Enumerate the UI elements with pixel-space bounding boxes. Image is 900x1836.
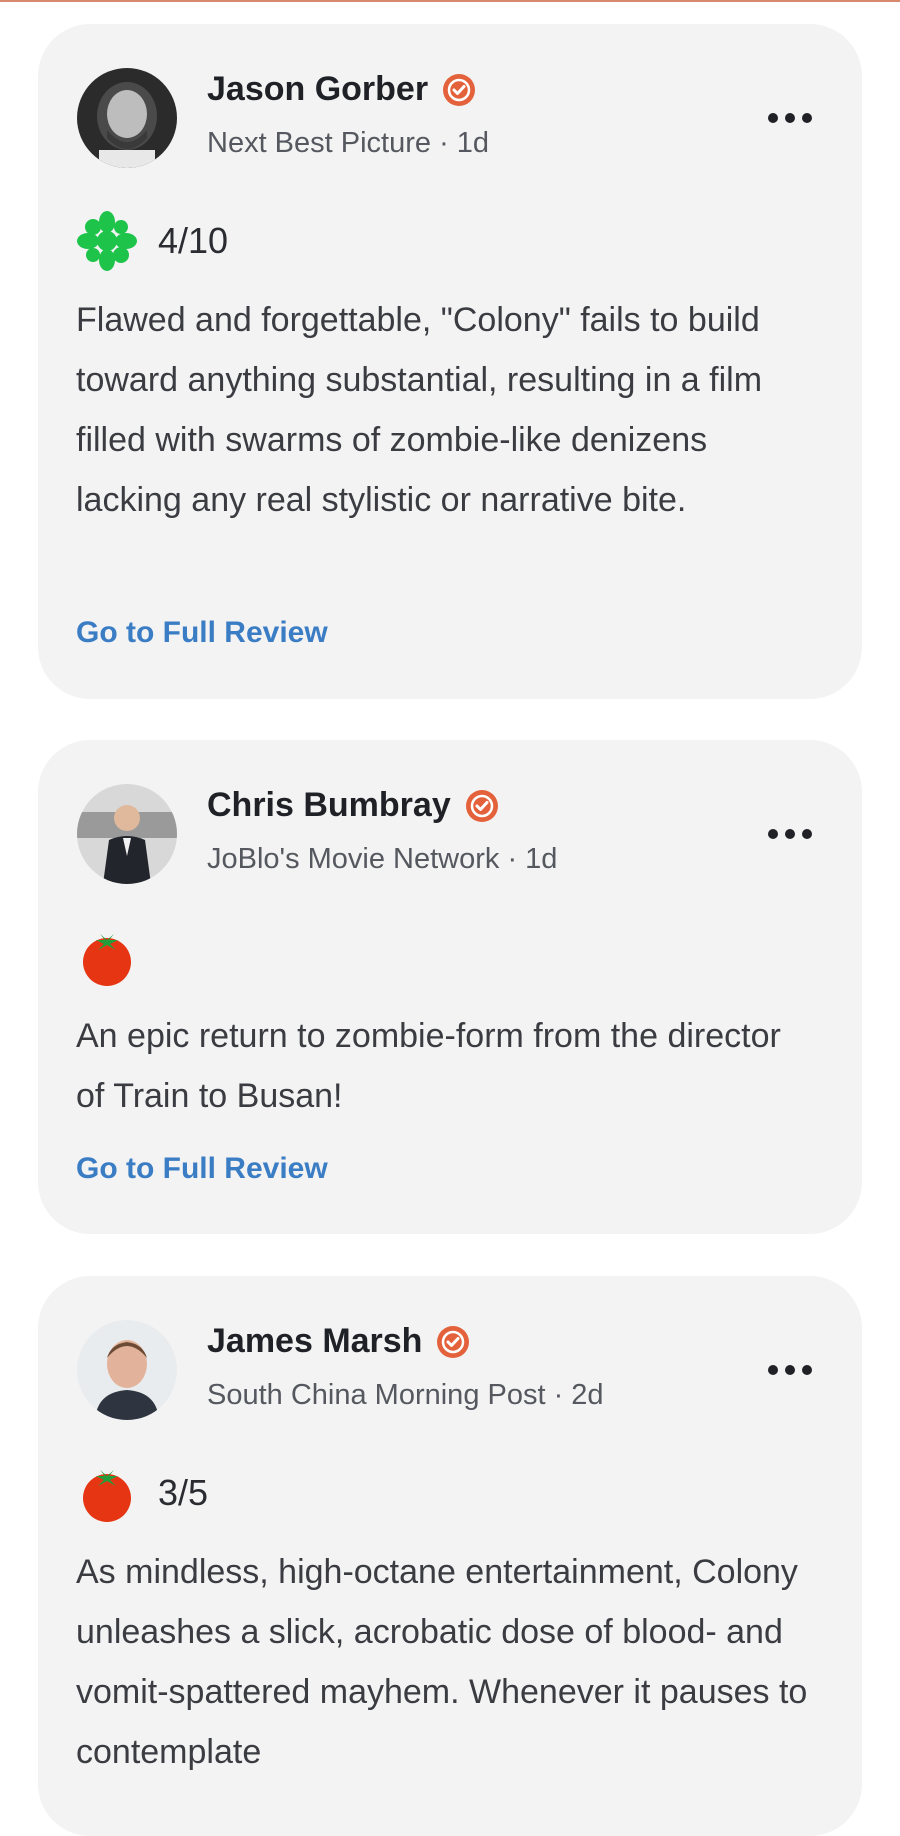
critic-name-text[interactable]: Chris Bumbray [207, 786, 451, 825]
dot [802, 1365, 812, 1375]
critic-name-text[interactable]: James Marsh [207, 1322, 422, 1361]
outlet-and-date[interactable]: South China Morning Post · 2d [207, 1379, 604, 1412]
verified-badge-icon [443, 73, 476, 106]
dot [768, 113, 778, 123]
review-feed: Jason Gorber Next Best Picture · 1d 4/10… [0, 0, 900, 1836]
more-options-button[interactable] [768, 824, 812, 844]
review-card: Jason Gorber Next Best Picture · 1d 4/10… [38, 24, 862, 699]
critic-name[interactable]: Jason Gorber [207, 70, 476, 109]
avatar[interactable] [77, 1320, 177, 1420]
critic-name[interactable]: Chris Bumbray [207, 786, 499, 825]
avatar[interactable] [77, 784, 177, 884]
dot [802, 113, 812, 123]
verified-badge-icon [465, 789, 498, 822]
full-review-link[interactable]: Go to Full Review [76, 616, 328, 650]
outlet-and-date[interactable]: Next Best Picture · 1d [207, 127, 489, 160]
review-card: Chris Bumbray JoBlo's Movie Network · 1d… [38, 740, 862, 1234]
avatar[interactable] [77, 68, 177, 168]
score-row [76, 926, 158, 988]
score-text: 4/10 [158, 220, 229, 261]
score-row: 4/10 [76, 210, 228, 272]
critic-photo [77, 784, 177, 884]
more-options-button[interactable] [768, 108, 812, 128]
review-quote: As mindless, high-octane entertainment, … [76, 1553, 808, 1771]
more-options-button[interactable] [768, 1360, 812, 1380]
full-review-link[interactable]: Go to Full Review [76, 1152, 328, 1186]
score-text: 3/5 [158, 1472, 209, 1513]
critic-photo [77, 1320, 177, 1420]
dot [785, 829, 795, 839]
review-quote: Flawed and forgettable, "Colony" fails t… [76, 301, 763, 519]
dot [768, 829, 778, 839]
outlet-and-date[interactable]: JoBlo's Movie Network · 1d [207, 843, 557, 876]
critic-name[interactable]: James Marsh [207, 1322, 470, 1361]
fresh-tomato-icon [83, 934, 131, 986]
critic-photo [77, 68, 177, 168]
critic-name-text[interactable]: Jason Gorber [207, 70, 428, 109]
review-quote: An epic return to zombie-form from the d… [76, 1017, 781, 1115]
dot [785, 113, 795, 123]
verified-badge-icon [437, 1325, 470, 1358]
dot [785, 1365, 795, 1375]
score-row: 3/5 [76, 1462, 208, 1524]
rotten-splat-icon [77, 211, 137, 271]
dot [768, 1365, 778, 1375]
dot [802, 829, 812, 839]
fresh-tomato-icon [83, 1470, 131, 1522]
review-card: James Marsh South China Morning Post · 2… [38, 1276, 862, 1836]
